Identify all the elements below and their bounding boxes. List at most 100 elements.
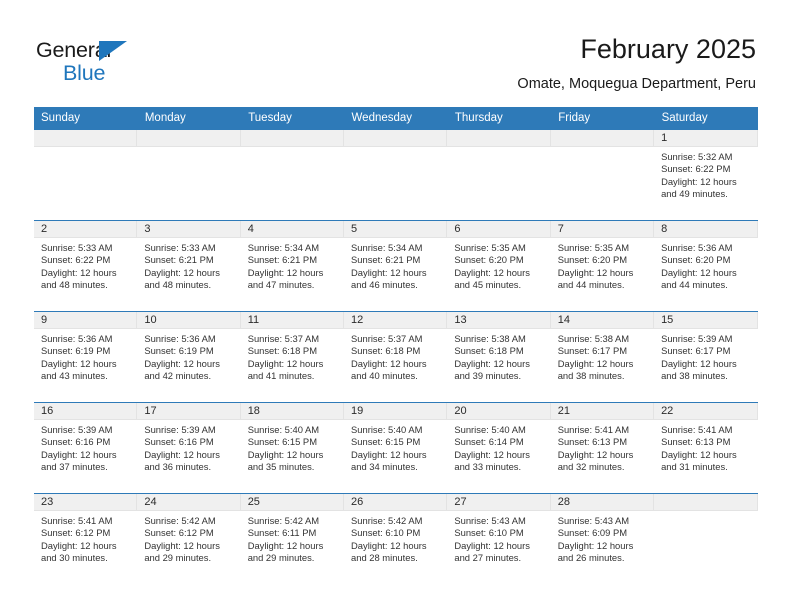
calendar-day-cell[interactable]: 17 Sunrise: 5:39 AM Sunset: 6:16 PM Dayli… xyxy=(137,402,241,494)
day-sun-info xyxy=(654,511,757,515)
day-cell-content: 2 Sunrise: 5:33 AM Sunset: 6:22 PM Daylig… xyxy=(34,221,138,311)
day-cell-content: 24 Sunrise: 5:42 AM Sunset: 6:12 PM Dayli… xyxy=(137,494,241,584)
day-cell-content: 14 Sunrise: 5:38 AM Sunset: 6:17 PM Dayli… xyxy=(550,312,655,402)
calendar-week-row: 16 Sunrise: 5:39 AM Sunset: 6:16 PM Dayli… xyxy=(34,402,758,494)
day-sun-info xyxy=(241,147,344,151)
day-cell-content: 3 Sunrise: 5:33 AM Sunset: 6:21 PM Daylig… xyxy=(137,221,241,311)
day-sun-info xyxy=(344,147,447,151)
day-sun-info: Sunrise: 5:33 AM Sunset: 6:22 PM Dayligh… xyxy=(41,242,117,291)
calendar-empty-cell xyxy=(344,129,448,221)
day-sun-info: Sunrise: 5:40 AM Sunset: 6:15 PM Dayligh… xyxy=(351,424,427,473)
day-sun-info: Sunrise: 5:36 AM Sunset: 6:19 PM Dayligh… xyxy=(144,333,220,382)
page-subtitle: Omate, Moquegua Department, Peru xyxy=(517,76,756,92)
calendar-day-cell[interactable]: 21 Sunrise: 5:41 AM Sunset: 6:13 PM Dayli… xyxy=(550,402,655,494)
logo-secondary-text: Blue xyxy=(63,61,106,85)
day-number: 14 xyxy=(550,312,655,329)
calendar-day-cell[interactable]: 15 Sunrise: 5:39 AM Sunset: 6:17 PM Dayli… xyxy=(654,311,758,403)
general-blue-logo: General Blue xyxy=(36,38,166,86)
calendar-day-cell[interactable]: 25 Sunrise: 5:42 AM Sunset: 6:11 PM Dayli… xyxy=(240,493,345,584)
day-number: 16 xyxy=(34,403,138,420)
day-sun-info: Sunrise: 5:36 AM Sunset: 6:19 PM Dayligh… xyxy=(41,333,117,382)
calendar-day-cell[interactable]: 2 Sunrise: 5:33 AM Sunset: 6:22 PM Daylig… xyxy=(34,220,138,312)
day-cell-content xyxy=(137,130,241,220)
weekday-header-tuesday: Tuesday xyxy=(240,107,345,130)
day-number xyxy=(34,130,138,147)
calendar-day-cell[interactable]: 3 Sunrise: 5:33 AM Sunset: 6:21 PM Daylig… xyxy=(137,220,241,312)
calendar-day-cell[interactable]: 5 Sunrise: 5:34 AM Sunset: 6:21 PM Daylig… xyxy=(344,220,448,312)
day-sun-info: Sunrise: 5:40 AM Sunset: 6:14 PM Dayligh… xyxy=(454,424,530,473)
day-cell-content: 4 Sunrise: 5:34 AM Sunset: 6:21 PM Daylig… xyxy=(240,221,345,311)
calendar-day-cell[interactable]: 22 Sunrise: 5:41 AM Sunset: 6:13 PM Dayli… xyxy=(654,402,758,494)
calendar-day-cell[interactable]: 23 Sunrise: 5:41 AM Sunset: 6:12 PM Dayli… xyxy=(34,493,138,584)
day-cell-content xyxy=(344,130,448,220)
calendar-day-cell[interactable]: 10 Sunrise: 5:36 AM Sunset: 6:19 PM Dayli… xyxy=(137,311,241,403)
day-number: 5 xyxy=(344,221,448,238)
calendar-day-cell[interactable]: 7 Sunrise: 5:35 AM Sunset: 6:20 PM Daylig… xyxy=(550,220,655,312)
calendar-day-cell[interactable]: 26 Sunrise: 5:42 AM Sunset: 6:10 PM Dayli… xyxy=(344,493,448,584)
weekday-header-saturday: Saturday xyxy=(654,107,759,130)
calendar-day-cell[interactable]: 11 Sunrise: 5:37 AM Sunset: 6:18 PM Dayli… xyxy=(240,311,345,403)
day-cell-content xyxy=(240,130,345,220)
day-number: 17 xyxy=(137,403,241,420)
day-sun-info: Sunrise: 5:39 AM Sunset: 6:16 PM Dayligh… xyxy=(144,424,220,473)
calendar-day-cell[interactable]: 28 Sunrise: 5:43 AM Sunset: 6:09 PM Dayli… xyxy=(550,493,655,584)
day-sun-info: Sunrise: 5:35 AM Sunset: 6:20 PM Dayligh… xyxy=(454,242,530,291)
day-number: 20 xyxy=(447,403,551,420)
day-number: 28 xyxy=(550,494,655,511)
calendar-day-cell[interactable]: 9 Sunrise: 5:36 AM Sunset: 6:19 PM Daylig… xyxy=(34,311,138,403)
calendar-day-cell[interactable]: 8 Sunrise: 5:36 AM Sunset: 6:20 PM Daylig… xyxy=(654,220,758,312)
day-cell-content: 17 Sunrise: 5:39 AM Sunset: 6:16 PM Dayli… xyxy=(137,403,241,493)
day-cell-content: 20 Sunrise: 5:40 AM Sunset: 6:14 PM Dayli… xyxy=(447,403,551,493)
day-number: 19 xyxy=(344,403,448,420)
calendar-day-cell[interactable]: 1 Sunrise: 5:32 AM Sunset: 6:22 PM Daylig… xyxy=(654,129,758,221)
calendar-week-row: 2 Sunrise: 5:33 AM Sunset: 6:22 PM Daylig… xyxy=(34,220,758,312)
day-number: 10 xyxy=(137,312,241,329)
calendar-week-row: 1 Sunrise: 5:32 AM Sunset: 6:22 PM Daylig… xyxy=(34,129,758,221)
weekday-header-monday: Monday xyxy=(137,107,242,130)
day-cell-content: 8 Sunrise: 5:36 AM Sunset: 6:20 PM Daylig… xyxy=(654,221,758,311)
calendar-header-row: Sunday Monday Tuesday Wednesday Thursday Frid… xyxy=(34,107,759,130)
calendar-day-cell[interactable]: 27 Sunrise: 5:43 AM Sunset: 6:10 PM Dayli… xyxy=(447,493,551,584)
day-cell-content: 25 Sunrise: 5:42 AM Sunset: 6:11 PM Dayli… xyxy=(240,494,345,584)
calendar-day-cell[interactable]: 24 Sunrise: 5:42 AM Sunset: 6:12 PM Dayli… xyxy=(137,493,241,584)
day-number xyxy=(344,130,448,147)
day-cell-content: 7 Sunrise: 5:35 AM Sunset: 6:20 PM Daylig… xyxy=(550,221,655,311)
title-block: February 2025 Omate, Moquegua Department… xyxy=(517,33,756,93)
day-cell-content xyxy=(550,130,655,220)
day-number: 26 xyxy=(344,494,448,511)
day-number: 3 xyxy=(137,221,241,238)
calendar-day-cell[interactable]: 6 Sunrise: 5:35 AM Sunset: 6:20 PM Daylig… xyxy=(447,220,551,312)
calendar-day-cell[interactable]: 16 Sunrise: 5:39 AM Sunset: 6:16 PM Dayli… xyxy=(34,402,138,494)
calendar-day-cell[interactable]: 19 Sunrise: 5:40 AM Sunset: 6:15 PM Dayli… xyxy=(344,402,448,494)
calendar-day-cell[interactable]: 14 Sunrise: 5:38 AM Sunset: 6:17 PM Dayli… xyxy=(550,311,655,403)
day-number: 18 xyxy=(240,403,345,420)
day-sun-info xyxy=(34,147,137,151)
day-number: 23 xyxy=(34,494,138,511)
day-number: 21 xyxy=(550,403,655,420)
day-cell-content xyxy=(447,130,551,220)
calendar-week-row: 9 Sunrise: 5:36 AM Sunset: 6:19 PM Daylig… xyxy=(34,311,758,403)
day-number: 8 xyxy=(654,221,758,238)
day-sun-info xyxy=(137,147,240,151)
day-cell-content: 21 Sunrise: 5:41 AM Sunset: 6:13 PM Dayli… xyxy=(550,403,655,493)
day-sun-info: Sunrise: 5:33 AM Sunset: 6:21 PM Dayligh… xyxy=(144,242,220,291)
day-cell-content: 5 Sunrise: 5:34 AM Sunset: 6:21 PM Daylig… xyxy=(344,221,448,311)
day-number xyxy=(654,494,758,511)
calendar-day-cell[interactable]: 18 Sunrise: 5:40 AM Sunset: 6:15 PM Dayli… xyxy=(240,402,345,494)
calendar-day-cell[interactable]: 4 Sunrise: 5:34 AM Sunset: 6:21 PM Daylig… xyxy=(240,220,345,312)
calendar-page: General Blue February 2025 Omate, Moqueg… xyxy=(0,0,792,612)
day-sun-info: Sunrise: 5:32 AM Sunset: 6:22 PM Dayligh… xyxy=(661,151,737,200)
day-cell-content: 13 Sunrise: 5:38 AM Sunset: 6:18 PM Dayli… xyxy=(447,312,551,402)
weekday-header-row: Sunday Monday Tuesday Wednesday Thursday Frid… xyxy=(34,107,759,130)
calendar-day-cell[interactable]: 13 Sunrise: 5:38 AM Sunset: 6:18 PM Dayli… xyxy=(447,311,551,403)
day-number: 2 xyxy=(34,221,138,238)
day-cell-content: 9 Sunrise: 5:36 AM Sunset: 6:19 PM Daylig… xyxy=(34,312,138,402)
day-cell-content: 6 Sunrise: 5:35 AM Sunset: 6:20 PM Daylig… xyxy=(447,221,551,311)
day-number: 9 xyxy=(34,312,138,329)
day-number xyxy=(447,130,551,147)
calendar-day-cell[interactable]: 12 Sunrise: 5:37 AM Sunset: 6:18 PM Dayli… xyxy=(344,311,448,403)
calendar-empty-cell xyxy=(34,129,138,221)
day-cell-content: 12 Sunrise: 5:37 AM Sunset: 6:18 PM Dayli… xyxy=(344,312,448,402)
calendar-day-cell[interactable]: 20 Sunrise: 5:40 AM Sunset: 6:14 PM Dayli… xyxy=(447,402,551,494)
day-cell-content xyxy=(34,130,138,220)
